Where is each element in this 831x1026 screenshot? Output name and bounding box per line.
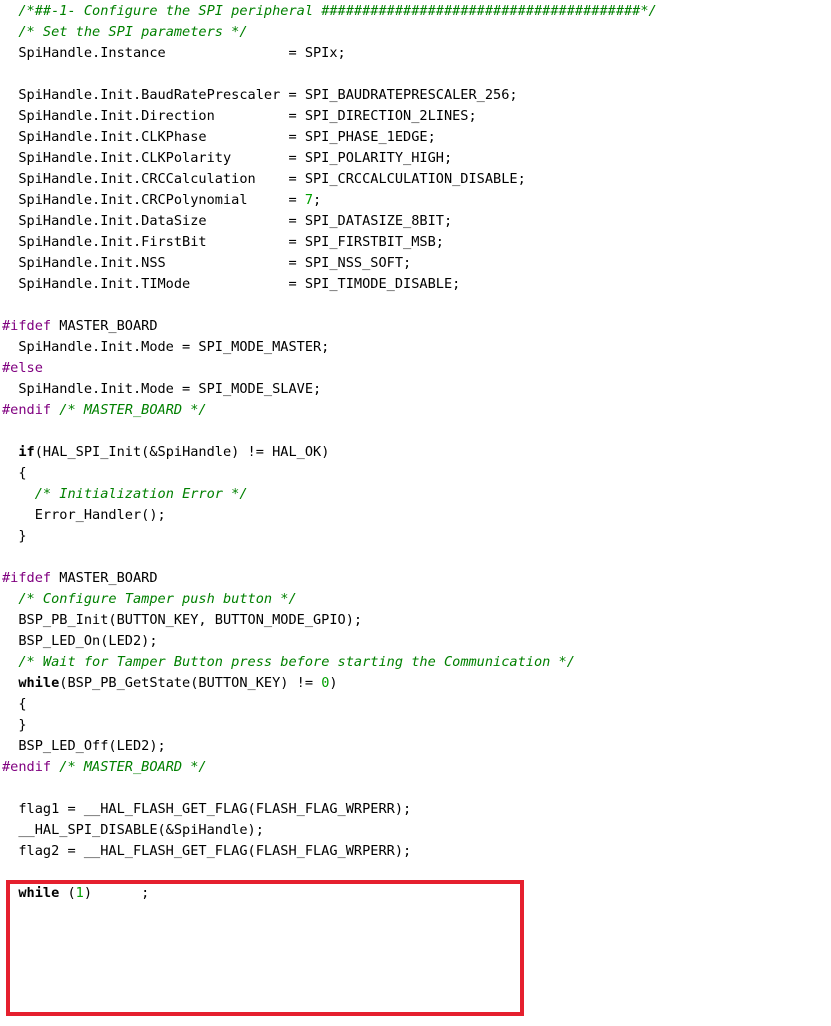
code-token-comment: /* Configure Tamper push button */	[18, 591, 297, 607]
code-token-default: SpiHandle.Init.CRCPolynomial =	[2, 192, 305, 208]
code-token-comment: /*##-1- Configure the SPI peripheral ###…	[18, 3, 657, 19]
code-token-default	[2, 654, 18, 670]
code-line: SpiHandle.Init.DataSize = SPI_DATASIZE_8…	[2, 211, 452, 232]
code-token-default: SpiHandle.Init.BaudRatePrescaler = SPI_B…	[2, 87, 518, 103]
code-line: #else	[2, 358, 43, 379]
code-token-preprocessor: #ifdef	[2, 570, 52, 586]
code-token-default: SpiHandle.Init.CLKPhase = SPI_PHASE_1EDG…	[2, 129, 436, 145]
code-token-default: (HAL_SPI_Init(&SpiHandle) != HAL_OK)	[34, 444, 330, 460]
code-line: #endif /* MASTER_BOARD */	[2, 400, 207, 421]
code-line: SpiHandle.Init.TIMode = SPI_TIMODE_DISAB…	[2, 274, 460, 295]
code-editor[interactable]: /*##-1- Configure the SPI peripheral ###…	[0, 0, 831, 1026]
code-line: flag2 = __HAL_FLASH_GET_FLAG(FLASH_FLAG_…	[2, 841, 411, 862]
code-line: }	[2, 526, 27, 547]
code-token-default: (	[59, 885, 76, 901]
code-token-number: 7	[304, 192, 314, 208]
code-token-default: __HAL_SPI_DISABLE(&SpiHandle);	[2, 822, 264, 838]
code-token-comment: /* MASTER_BOARD */	[59, 759, 207, 775]
code-line: /* Initialization Error */	[2, 484, 248, 505]
code-line: /* Wait for Tamper Button press before s…	[2, 652, 575, 673]
code-line: SpiHandle.Init.Direction = SPI_DIRECTION…	[2, 106, 477, 127]
code-line: SpiHandle.Init.CRCCalculation = SPI_CRCC…	[2, 169, 526, 190]
code-line: BSP_LED_Off(LED2);	[2, 736, 166, 757]
code-line: SpiHandle.Init.Mode = SPI_MODE_SLAVE;	[2, 379, 321, 400]
code-token-default: SpiHandle.Init.FirstBit = SPI_FIRSTBIT_M…	[2, 234, 444, 250]
code-token-preprocessor: #endif	[2, 759, 52, 775]
code-token-default	[2, 885, 18, 901]
code-line: Error_Handler();	[2, 505, 166, 526]
code-line: __HAL_SPI_DISABLE(&SpiHandle);	[2, 820, 264, 841]
code-token-default	[2, 444, 18, 460]
code-line: SpiHandle.Init.CLKPhase = SPI_PHASE_1EDG…	[2, 127, 436, 148]
code-line: SpiHandle.Init.CRCPolynomial = 7;	[2, 190, 321, 211]
code-line: if(HAL_SPI_Init(&SpiHandle) != HAL_OK)	[2, 442, 329, 463]
code-token-default: SpiHandle.Init.TIMode = SPI_TIMODE_DISAB…	[2, 276, 461, 292]
code-token-default: (BSP_PB_GetState(BUTTON_KEY) !=	[59, 675, 322, 691]
code-token-comment: /* Initialization Error */	[34, 486, 248, 502]
code-token-default	[2, 591, 18, 607]
code-token-default: SpiHandle.Init.DataSize = SPI_DATASIZE_8…	[2, 213, 453, 229]
code-line: while (1) ;	[2, 883, 149, 904]
code-token-preprocessor: #else	[2, 360, 43, 376]
code-token-default: {	[2, 696, 27, 712]
code-line: /* Configure Tamper push button */	[2, 589, 297, 610]
code-token-default: SpiHandle.Init.Mode = SPI_MODE_MASTER;	[2, 339, 330, 355]
code-token-default: MASTER_BOARD	[51, 318, 158, 334]
code-token-default: flag1 = __HAL_FLASH_GET_FLAG(FLASH_FLAG_…	[2, 801, 412, 817]
code-line: SpiHandle.Init.Mode = SPI_MODE_MASTER;	[2, 337, 329, 358]
code-token-default: ;	[313, 192, 322, 208]
code-token-number: 1	[75, 885, 84, 901]
code-line: {	[2, 694, 27, 715]
code-token-preprocessor: #ifdef	[2, 318, 52, 334]
code-line: while(BSP_PB_GetState(BUTTON_KEY) != 0)	[2, 673, 338, 694]
code-token-default: }	[2, 528, 27, 544]
code-token-default: SpiHandle.Instance = SPIx;	[2, 45, 346, 61]
code-line: SpiHandle.Init.CLKPolarity = SPI_POLARIT…	[2, 148, 452, 169]
code-line: BSP_LED_On(LED2);	[2, 631, 158, 652]
code-token-default	[2, 486, 35, 502]
code-token-comment: /* MASTER_BOARD */	[59, 402, 207, 418]
code-token-default: )	[329, 675, 338, 691]
code-token-comment: /* Wait for Tamper Button press before s…	[18, 654, 575, 670]
code-line: SpiHandle.Init.BaudRatePrescaler = SPI_B…	[2, 85, 518, 106]
code-token-default	[2, 675, 18, 691]
code-token-keyword: if	[18, 444, 35, 460]
code-line: {	[2, 463, 27, 484]
code-token-default: flag2 = __HAL_FLASH_GET_FLAG(FLASH_FLAG_…	[2, 843, 412, 859]
code-line: SpiHandle.Instance = SPIx;	[2, 43, 346, 64]
code-token-default: Error_Handler();	[2, 507, 166, 523]
code-token-keyword: while	[18, 675, 60, 691]
code-token-default: SpiHandle.Init.CLKPolarity = SPI_POLARIT…	[2, 150, 453, 166]
code-line: #endif /* MASTER_BOARD */	[2, 757, 207, 778]
code-line: BSP_PB_Init(BUTTON_KEY, BUTTON_MODE_GPIO…	[2, 610, 362, 631]
code-line: }	[2, 715, 27, 736]
code-token-default: SpiHandle.Init.Direction = SPI_DIRECTION…	[2, 108, 477, 124]
code-line: /* Set the SPI parameters */	[2, 22, 248, 43]
code-token-default	[2, 24, 18, 40]
code-token-default: ) ;	[83, 885, 150, 901]
code-token-preprocessor: #endif	[2, 402, 52, 418]
code-token-default: SpiHandle.Init.CRCCalculation = SPI_CRCC…	[2, 171, 526, 187]
code-token-default: SpiHandle.Init.NSS = SPI_NSS_SOFT;	[2, 255, 412, 271]
code-line: #ifdef MASTER_BOARD	[2, 316, 158, 337]
code-token-default: }	[2, 717, 27, 733]
code-token-default: {	[2, 465, 27, 481]
code-token-default: SpiHandle.Init.Mode = SPI_MODE_SLAVE;	[2, 381, 322, 397]
code-token-default	[2, 3, 18, 19]
code-line: SpiHandle.Init.FirstBit = SPI_FIRSTBIT_M…	[2, 232, 444, 253]
code-line: #ifdef MASTER_BOARD	[2, 568, 158, 589]
code-token-default: BSP_LED_On(LED2);	[2, 633, 158, 649]
code-line: /*##-1- Configure the SPI peripheral ###…	[2, 1, 657, 22]
code-token-default: BSP_PB_Init(BUTTON_KEY, BUTTON_MODE_GPIO…	[2, 612, 363, 628]
code-token-comment: /* Set the SPI parameters */	[18, 24, 248, 40]
code-token-default: MASTER_BOARD	[51, 570, 158, 586]
code-line: flag1 = __HAL_FLASH_GET_FLAG(FLASH_FLAG_…	[2, 799, 411, 820]
code-token-default: BSP_LED_Off(LED2);	[2, 738, 166, 754]
code-token-keyword: while	[18, 885, 60, 901]
code-line: SpiHandle.Init.NSS = SPI_NSS_SOFT;	[2, 253, 411, 274]
